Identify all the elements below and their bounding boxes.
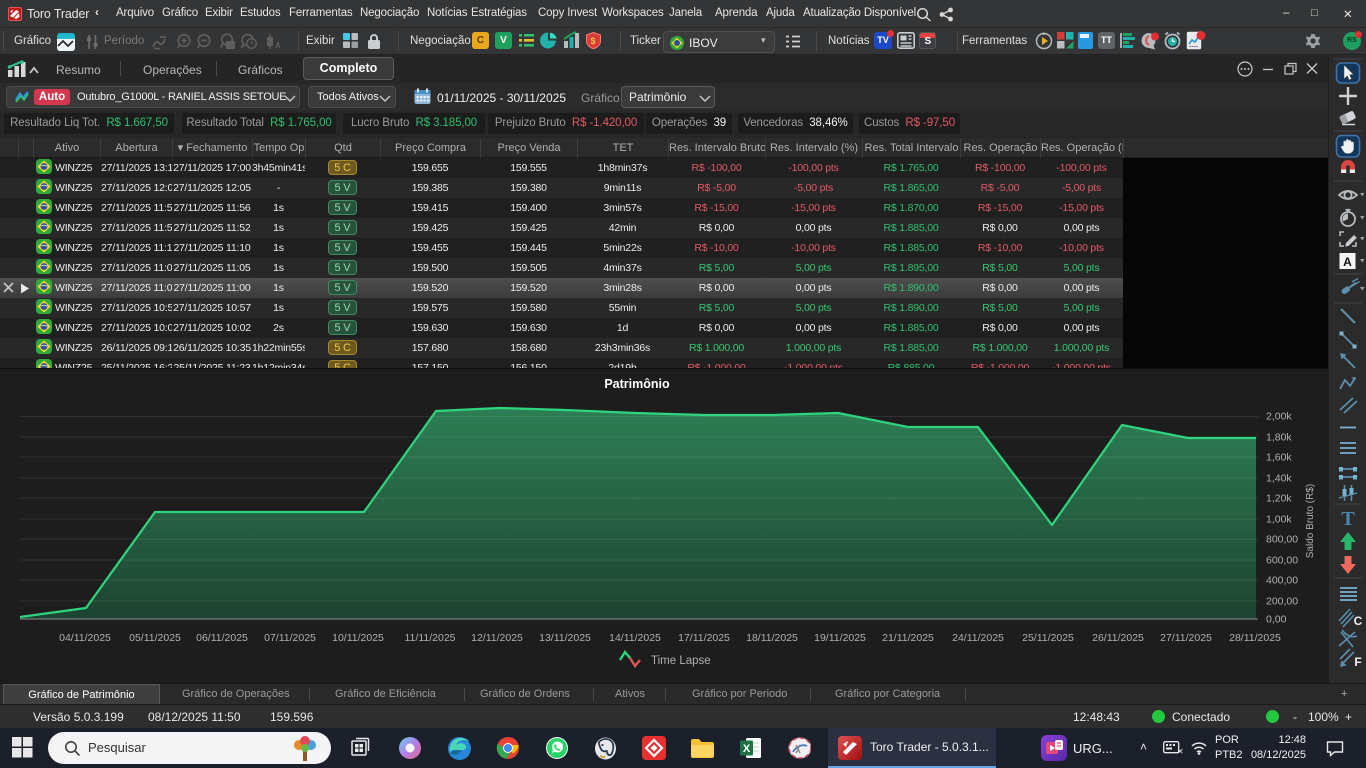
svg-text:14/11/2025: 14/11/2025 bbox=[609, 632, 661, 644]
svg-text:26/11/2025: 26/11/2025 bbox=[1092, 632, 1144, 644]
svg-text:X: X bbox=[743, 743, 751, 755]
svg-text:200,00: 200,00 bbox=[1266, 596, 1298, 608]
svg-text:Saldo Bruto (R$): Saldo Bruto (R$) bbox=[1305, 484, 1316, 558]
svg-text:04/11/2025: 04/11/2025 bbox=[59, 632, 111, 644]
svg-text:17/11/2025: 17/11/2025 bbox=[678, 632, 730, 644]
svg-text:0,00: 0,00 bbox=[1266, 614, 1287, 626]
svg-text:400,00: 400,00 bbox=[1266, 575, 1298, 587]
svg-text:28/11/2025: 28/11/2025 bbox=[1229, 632, 1281, 644]
svg-text:600,00: 600,00 bbox=[1266, 555, 1298, 567]
svg-text:19/11/2025: 19/11/2025 bbox=[814, 632, 866, 644]
svg-text:A: A bbox=[275, 41, 280, 50]
svg-text:21/11/2025: 21/11/2025 bbox=[882, 632, 934, 644]
svg-text:800,00: 800,00 bbox=[1266, 534, 1298, 546]
svg-text:$: $ bbox=[591, 36, 596, 46]
svg-text:A: A bbox=[1343, 255, 1352, 269]
svg-text:T: T bbox=[1341, 508, 1355, 530]
svg-text:05/11/2025: 05/11/2025 bbox=[129, 632, 181, 644]
svg-text:18/11/2025: 18/11/2025 bbox=[746, 632, 798, 644]
svg-text:25/11/2025: 25/11/2025 bbox=[1022, 632, 1074, 644]
svg-text:1,80k: 1,80k bbox=[1266, 432, 1292, 444]
svg-text:1,40k: 1,40k bbox=[1266, 473, 1292, 485]
svg-text:11/11/2025: 11/11/2025 bbox=[405, 632, 456, 644]
svg-text:13/11/2025: 13/11/2025 bbox=[539, 632, 591, 644]
svg-text:1,00k: 1,00k bbox=[1266, 514, 1292, 526]
svg-text:✕: ✕ bbox=[1177, 747, 1183, 755]
svg-text:27/11/2025: 27/11/2025 bbox=[1160, 632, 1212, 644]
svg-text:10/11/2025: 10/11/2025 bbox=[332, 632, 384, 644]
svg-text:F: F bbox=[1354, 655, 1361, 669]
svg-text:06/11/2025: 06/11/2025 bbox=[196, 632, 248, 644]
svg-text:12/11/2025: 12/11/2025 bbox=[471, 632, 523, 644]
svg-text:24/11/2025: 24/11/2025 bbox=[952, 632, 1004, 644]
svg-text:Patrimônio: Patrimônio bbox=[604, 377, 670, 391]
svg-text:2,00k: 2,00k bbox=[1266, 411, 1292, 423]
svg-text:C: C bbox=[1354, 614, 1363, 628]
svg-text:07/11/2025: 07/11/2025 bbox=[264, 632, 316, 644]
svg-text:1,60k: 1,60k bbox=[1266, 452, 1292, 464]
svg-text:1,20k: 1,20k bbox=[1266, 493, 1292, 505]
svg-text:Time Lapse: Time Lapse bbox=[651, 655, 711, 667]
